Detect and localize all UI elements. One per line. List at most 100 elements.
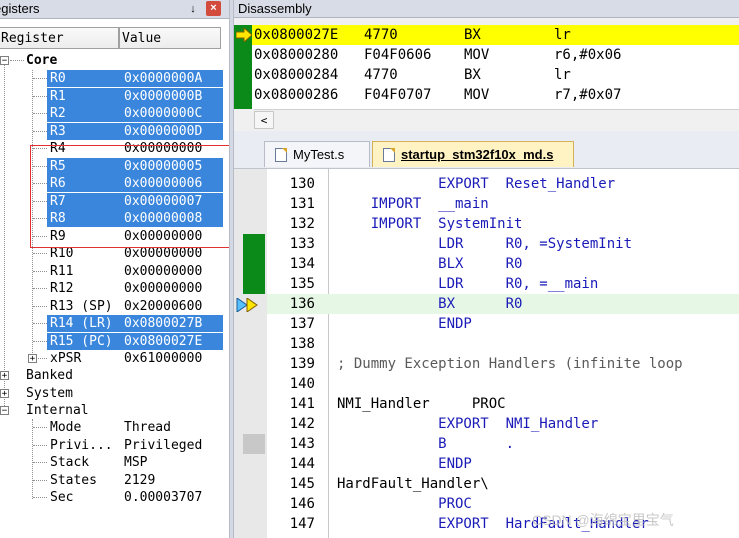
registers-title: egisters [0,1,40,16]
register-value[interactable]: 0x0000000A [124,70,202,87]
column-header-register[interactable]: Register [0,27,119,49]
internal-row[interactable]: Mode Thread [0,419,229,436]
scroll-left-button[interactable]: < [254,111,274,129]
register-row[interactable]: R15 (PC) 0x0800027E [0,333,229,350]
register-name: R13 (SP) [50,298,113,314]
registers-column-header: Register Value [0,27,222,51]
code-line[interactable]: 144 ENDP [267,454,739,474]
register-value[interactable]: 0x00000000 [124,263,202,280]
register-name: R15 (PC) [50,333,113,349]
line-number: 133 [289,236,315,252]
register-row[interactable]: R2 0x0000000C [0,105,229,122]
line-number: 134 [289,256,315,272]
code-text: BX R0 [337,296,523,312]
coverage-marker [243,234,265,294]
register-row[interactable]: R12 0x00000000 [0,280,229,297]
register-value[interactable]: 0x20000600 [124,298,202,315]
tab-mytest[interactable]: MyTest.s [264,141,370,167]
disassembly-opcode: 4770 [364,67,398,83]
internal-row[interactable]: Sec 0.00003707 [0,489,229,506]
register-row[interactable]: R11 0x00000000 [0,263,229,280]
register-value[interactable]: 0x0800027E [124,333,202,350]
disassembly-mnemonic: BX [464,67,481,83]
disassembly-row[interactable]: 0x08000286 F04F0707 MOV r7,#0x07 [252,85,739,105]
line-number: 137 [289,316,315,332]
collapse-icon[interactable]: − [0,406,9,416]
code-line[interactable]: 145 HardFault_Handler\ [267,474,739,494]
register-value[interactable]: 0x0000000B [124,88,202,105]
code-text: IMPORT SystemInit [337,216,523,232]
register-row[interactable]: R14 (LR) 0x0800027B [0,315,229,332]
internal-name: Sec [50,490,74,505]
internal-name: States [50,472,97,488]
code-line[interactable]: 142 EXPORT NMI_Handler [267,414,739,434]
tab-startup[interactable]: startup_stm32f10x_md.s [372,141,574,167]
line-number: 138 [289,336,315,352]
disassembly-row[interactable]: 0x08000280 F04F0606 MOV r6,#0x06 [252,45,739,65]
code-line[interactable]: 141 NMI_Handler PROC [267,394,739,414]
disassembly-row[interactable]: 0x08000284 4770 BX lr [252,65,739,85]
disassembly-operands: lr [554,27,571,43]
register-value[interactable]: 0x61000000 [124,350,202,367]
line-number: 139 [289,356,315,372]
column-header-value[interactable]: Value [119,27,221,49]
disassembly-view[interactable]: 0x0800027E 4770 BX lr 0x08000280 F04F0606 MOV r… [234,25,739,109]
line-number: 144 [289,456,315,472]
code-text: LDR R0, =SystemInit [337,236,633,252]
internal-row[interactable]: Privi... Privileged [0,437,229,454]
tree-item-internal[interactable]: − Internal [0,402,229,419]
register-value[interactable]: 0x0000000D [124,123,202,140]
tree-item-core[interactable]: − Core [0,52,229,69]
line-number: 132 [289,216,315,232]
line-number: 135 [289,276,315,292]
line-number: 143 [289,436,315,452]
register-row[interactable]: R0 0x0000000A [0,70,229,87]
code-line[interactable]: 139 ; Dummy Exception Handlers (infinite … [267,354,739,374]
internal-value: Thread [124,420,171,435]
disassembly-scrollbar[interactable]: < [254,109,739,130]
code-line[interactable]: 140 [267,374,739,394]
code-line[interactable]: 138 [267,334,739,354]
code-text: PROC [337,496,472,512]
tree-item-system[interactable]: + System [0,385,229,402]
internal-value: MSP [124,455,148,470]
internal-label: Internal [26,403,89,418]
expand-icon[interactable]: + [28,354,37,364]
expand-icon[interactable]: + [0,389,9,399]
code-text: BLX R0 [337,256,523,272]
close-icon[interactable]: × [206,1,221,16]
register-row[interactable]: R3 0x0000000D [0,123,229,140]
file-icon [275,148,287,162]
code-line[interactable]: 143 B . [267,434,739,454]
register-row[interactable]: + xPSR 0x61000000 [0,350,229,367]
code-line[interactable]: 130 EXPORT Reset_Handler [267,174,739,194]
register-name: R12 [50,281,74,296]
disassembly-row[interactable]: 0x0800027E 4770 BX lr [252,25,739,45]
coverage-marker [243,434,265,454]
code-line[interactable]: 133 LDR R0, =SystemInit [267,234,739,254]
code-line[interactable]: 137 ENDP [267,314,739,334]
tree-item-banked[interactable]: + Banked [0,367,229,384]
register-row[interactable]: R13 (SP) 0x20000600 [0,298,229,315]
disassembly-mnemonic: MOV [464,87,490,103]
code-line[interactable]: 134 BLX R0 [267,254,739,274]
internal-row[interactable]: States 2129 [0,472,229,489]
code-line[interactable]: 135 LDR R0, =__main [267,274,739,294]
watermark: CSDN @海绵宝里宝气 [532,512,674,528]
expand-icon[interactable]: + [0,371,9,381]
line-number: 142 [289,416,315,432]
register-value[interactable]: 0x00000000 [124,280,202,297]
register-value[interactable]: 0x0800027B [124,315,202,332]
current-instruction-arrow-icon [236,28,252,42]
code-line[interactable]: 131 IMPORT __main [267,194,739,214]
code-line[interactable]: 136 BX R0 [267,294,739,314]
code-line[interactable]: 132 IMPORT SystemInit [267,214,739,234]
pin-icon[interactable]: ↓ [187,2,199,16]
line-number: 146 [289,496,315,512]
internal-row[interactable]: Stack MSP [0,454,229,471]
code-editor[interactable]: 130 EXPORT Reset_Handler 131 IMPORT __mai… [234,169,739,538]
collapse-icon[interactable]: − [0,56,9,66]
register-value[interactable]: 0x0000000C [124,105,202,122]
register-row[interactable]: R1 0x0000000B [0,88,229,105]
register-name: xPSR [50,351,82,366]
